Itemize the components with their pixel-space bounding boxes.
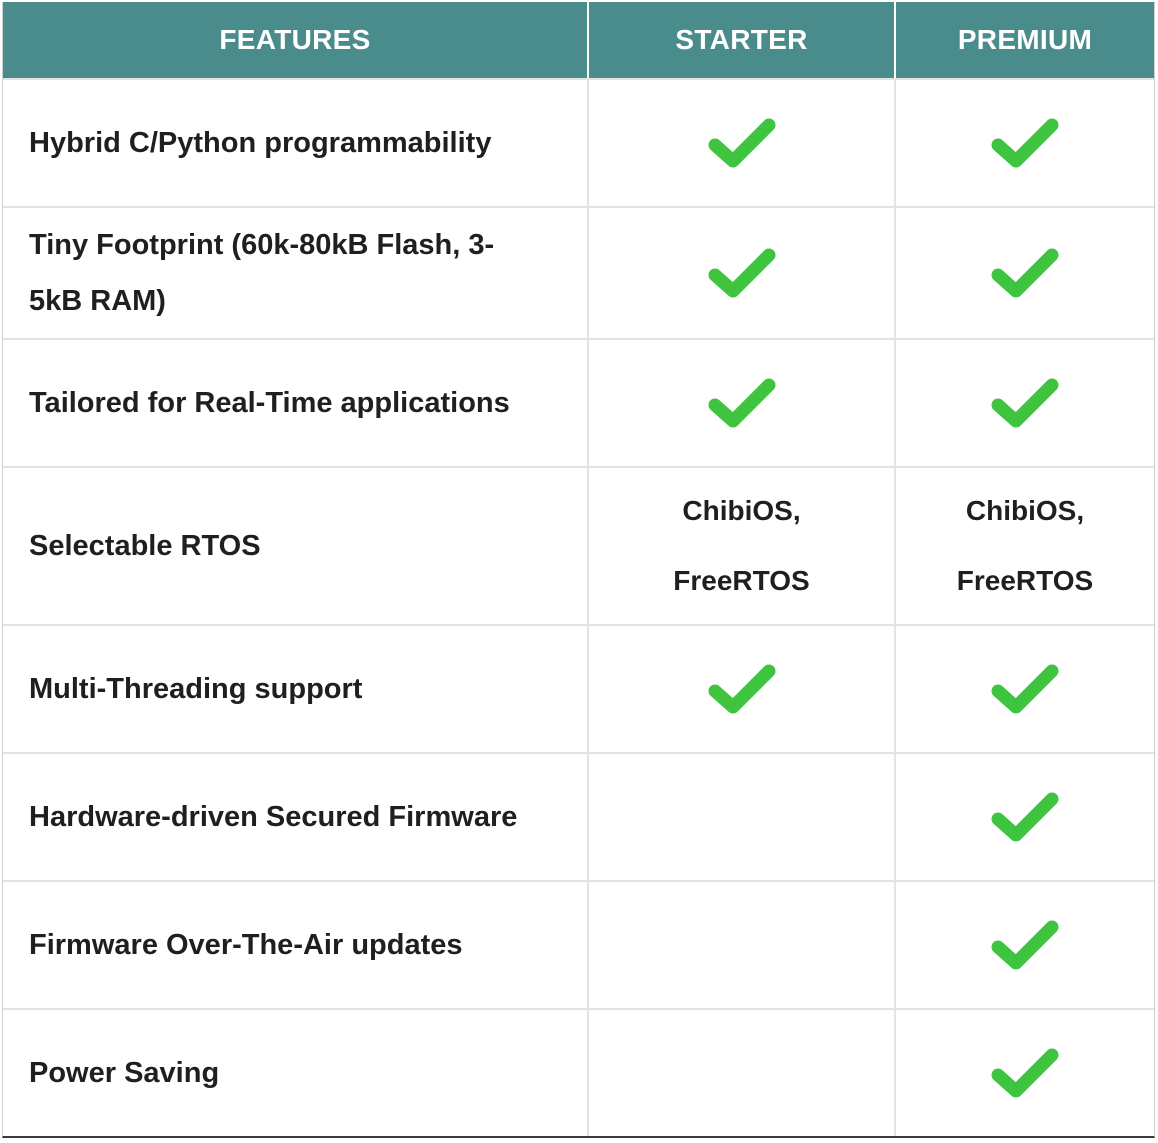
rtos-option: FreeRTOS bbox=[673, 565, 810, 596]
starter-cell bbox=[589, 626, 896, 752]
rtos-option: ChibiOS, bbox=[965, 495, 1085, 526]
checkmark-icon bbox=[970, 103, 1080, 183]
header-starter: STARTER bbox=[589, 2, 896, 78]
premium-rtos-list: ChibiOS, FreeRTOS bbox=[896, 468, 1154, 624]
checkmark-icon bbox=[687, 363, 797, 443]
feature-name: Selectable RTOS bbox=[3, 468, 589, 624]
premium-cell bbox=[896, 754, 1154, 880]
table-row: Selectable RTOS ChibiOS, FreeRTOS ChibiO… bbox=[3, 466, 1154, 624]
feature-name-line: Tiny Footprint (60k-80kB Flash, 3- bbox=[29, 229, 495, 261]
feature-name-line: 5kB RAM) bbox=[29, 285, 166, 317]
checkmark-icon bbox=[970, 233, 1080, 313]
header-premium: PREMIUM bbox=[957, 24, 1093, 55]
checkmark-icon bbox=[970, 777, 1080, 857]
starter-cell bbox=[589, 754, 896, 880]
feature-comparison-table: FEATURES STARTER PREMIUM Hybrid C/Python… bbox=[2, 2, 1155, 1138]
feature-name: Tiny Footprint (60k-80kB Flash, 3- 5kB R… bbox=[3, 208, 589, 338]
starter-cell bbox=[589, 882, 896, 1008]
checkmark-icon bbox=[970, 905, 1080, 985]
table-row: Tiny Footprint (60k-80kB Flash, 3- 5kB R… bbox=[3, 206, 1154, 338]
table-row: Hybrid C/Python programmability bbox=[3, 78, 1154, 206]
premium-cell bbox=[896, 340, 1154, 466]
checkmark-icon bbox=[687, 103, 797, 183]
starter-cell bbox=[589, 1010, 896, 1136]
rtos-option: ChibiOS, bbox=[682, 495, 801, 526]
starter-rtos-list: ChibiOS, FreeRTOS bbox=[589, 468, 896, 624]
table-row: Firmware Over-The-Air updates bbox=[3, 880, 1154, 1008]
table-header: FEATURES STARTER PREMIUM bbox=[3, 2, 1154, 78]
header-features: FEATURES bbox=[3, 2, 589, 78]
starter-cell bbox=[589, 340, 896, 466]
feature-name: Multi-Threading support bbox=[3, 626, 589, 752]
starter-cell bbox=[589, 80, 896, 206]
feature-name: Hardware-driven Secured Firmware bbox=[3, 754, 589, 880]
feature-name: Power Saving bbox=[3, 1010, 589, 1136]
feature-name: Hybrid C/Python programmability bbox=[3, 80, 589, 206]
table-row: Hardware-driven Secured Firmware bbox=[3, 752, 1154, 880]
feature-name: Firmware Over-The-Air updates bbox=[3, 882, 589, 1008]
table-row: Multi-Threading support bbox=[3, 624, 1154, 752]
table-row: Power Saving bbox=[3, 1008, 1154, 1136]
premium-cell bbox=[896, 208, 1154, 338]
checkmark-icon bbox=[687, 233, 797, 313]
premium-cell bbox=[896, 80, 1154, 206]
table-row: Tailored for Real-Time applications bbox=[3, 338, 1154, 466]
checkmark-icon bbox=[970, 363, 1080, 443]
premium-cell bbox=[896, 882, 1154, 1008]
feature-name: Tailored for Real-Time applications bbox=[3, 340, 589, 466]
checkmark-icon bbox=[687, 649, 797, 729]
starter-cell bbox=[589, 208, 896, 338]
checkmark-icon bbox=[970, 1033, 1080, 1113]
premium-cell bbox=[896, 1010, 1154, 1136]
rtos-option: FreeRTOS bbox=[956, 565, 1094, 596]
checkmark-icon bbox=[970, 649, 1080, 729]
premium-cell bbox=[896, 626, 1154, 752]
